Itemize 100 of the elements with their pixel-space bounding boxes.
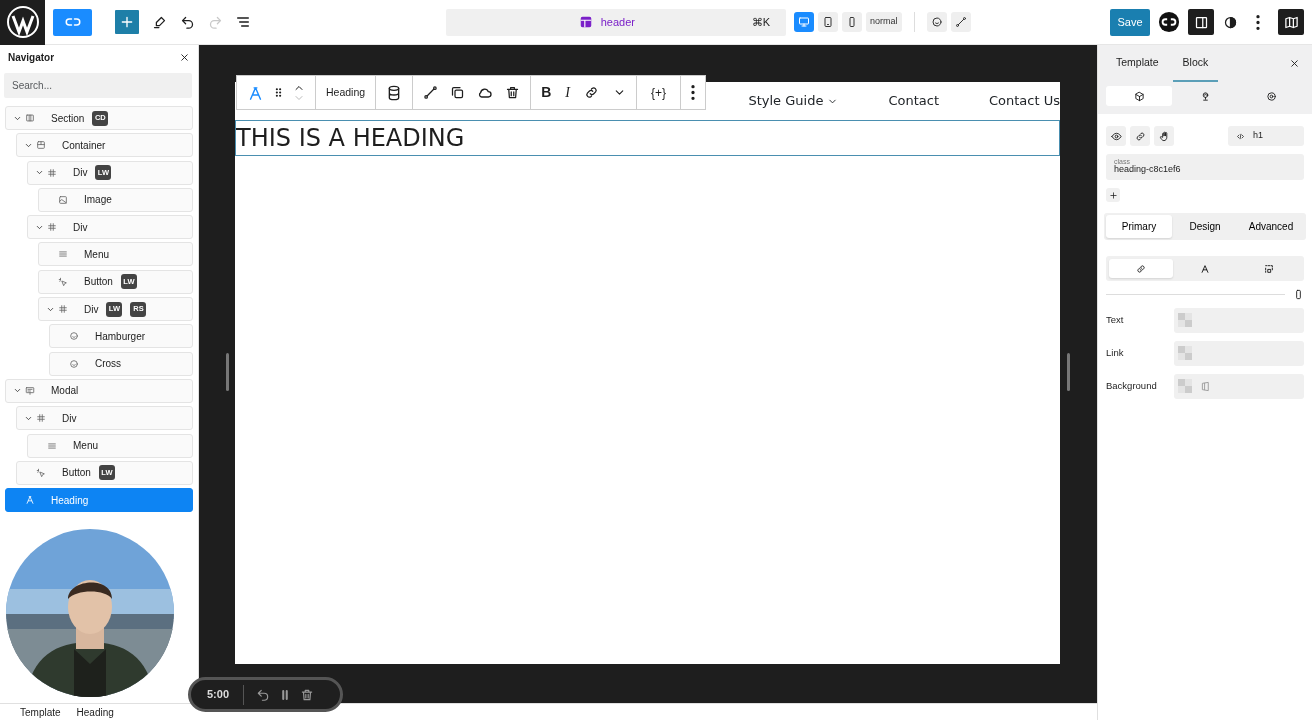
item-label: Hamburger	[95, 329, 146, 344]
more-icon	[1256, 14, 1260, 30]
nodes-icon	[954, 16, 967, 28]
link-button[interactable]	[1130, 126, 1150, 146]
bold-button[interactable]: B	[541, 82, 552, 103]
structure-button[interactable]	[950, 12, 971, 32]
list-icon	[235, 14, 251, 30]
preview-button[interactable]	[926, 12, 947, 32]
italic-button[interactable]: I	[565, 82, 570, 103]
field-label: Link	[1106, 345, 1125, 360]
heading-icon	[247, 84, 264, 102]
class-value: heading-c8c1ef6	[1114, 165, 1182, 174]
close-button[interactable]	[1289, 58, 1300, 69]
heading-icon	[25, 495, 35, 506]
field-label: Background	[1106, 378, 1158, 393]
undo-icon	[256, 687, 271, 702]
close-icon	[179, 51, 190, 63]
section-tab[interactable]: Primary	[1106, 214, 1172, 238]
tree-item[interactable]: Image	[38, 187, 193, 212]
visibility-button[interactable]	[1106, 126, 1126, 146]
tablet-view-button[interactable]	[818, 12, 838, 32]
close-icon	[1289, 58, 1300, 69]
modal-icon	[25, 385, 35, 396]
shortcut-hint: ⌘K	[751, 14, 770, 30]
mobile-icon	[846, 16, 858, 28]
color-field[interactable]	[1174, 373, 1304, 399]
panel-tab[interactable]: Template	[1106, 45, 1169, 82]
color-field[interactable]	[1174, 340, 1304, 366]
tag-field[interactable]: h1	[1228, 126, 1304, 146]
nav-link[interactable]: Style Guide	[748, 91, 839, 111]
mode-tab[interactable]	[1106, 86, 1172, 106]
face-icon	[69, 331, 79, 342]
tree-item[interactable]: Hamburger	[49, 324, 193, 349]
div-icon	[47, 167, 57, 178]
undo-icon	[179, 14, 195, 30]
code-icon	[1236, 131, 1245, 141]
link-icon	[583, 85, 599, 100]
nav-link[interactable]: Contact	[888, 91, 939, 111]
search-field[interactable]: Search...	[4, 73, 192, 98]
breadcrumb-item[interactable]: Heading	[76, 704, 114, 720]
eye-icon	[1110, 130, 1122, 142]
tree-item[interactable]: Cross	[49, 351, 193, 376]
tree-item[interactable]: Modal	[5, 378, 193, 403]
selected-heading[interactable]: THIS IS A HEADING	[235, 120, 1060, 156]
dynamic-data-button[interactable]: {+}	[650, 83, 666, 102]
panel-tab[interactable]: Block	[1172, 45, 1219, 82]
trash-icon	[300, 687, 315, 702]
color-field[interactable]	[1174, 307, 1304, 333]
interaction-button[interactable]	[1154, 126, 1174, 146]
logo-icon[interactable]	[5, 5, 40, 39]
tree-item[interactable]: Div	[27, 215, 193, 240]
item-label: Container	[62, 138, 106, 153]
save-button[interactable]: Save	[1110, 8, 1150, 36]
gradient-icon	[1200, 380, 1211, 392]
trash-icon	[505, 85, 521, 100]
sidebar-toggle[interactable]	[1188, 9, 1214, 35]
section-tab[interactable]: Advanced	[1238, 214, 1304, 238]
template-icon	[578, 15, 593, 29]
menu-icon	[47, 440, 57, 451]
builder-button[interactable]	[53, 8, 92, 36]
breadcrumb-item[interactable]: Template	[20, 704, 61, 720]
resize-handle[interactable]	[1067, 353, 1070, 391]
link-icon	[1134, 130, 1146, 142]
tree-item[interactable]: Menu	[38, 242, 193, 267]
item-label: Div	[62, 411, 77, 426]
logo-icon[interactable]	[1158, 11, 1180, 33]
block-label: Heading	[326, 84, 366, 100]
item-label: Button	[84, 275, 113, 290]
section-icon	[25, 113, 35, 123]
swatch-icon	[1178, 346, 1192, 360]
type-icon	[1200, 263, 1210, 274]
item-label: Section	[51, 111, 85, 126]
nav-link[interactable]: Contact Us	[989, 91, 1060, 111]
item-label: Div	[73, 220, 88, 235]
close-button[interactable]	[179, 51, 190, 63]
add-button[interactable]	[115, 10, 139, 34]
plus-icon	[119, 14, 135, 30]
tree-item[interactable]: Div	[16, 406, 193, 431]
field-label: Text	[1106, 312, 1125, 327]
face-icon	[69, 358, 79, 369]
button-icon	[58, 276, 68, 287]
state-button[interactable]: normal	[866, 12, 902, 32]
redo-icon	[207, 14, 223, 30]
map-button[interactable]	[1278, 9, 1304, 35]
target-icon	[1265, 90, 1277, 102]
div-icon	[36, 413, 46, 424]
item-label: Image	[84, 193, 112, 208]
section-tab[interactable]: Design	[1172, 214, 1238, 238]
resize-handle[interactable]	[226, 353, 229, 391]
panel-icon	[1193, 14, 1209, 30]
tree-item[interactable]: Menu	[27, 433, 193, 458]
add-class-button[interactable]	[1106, 188, 1120, 202]
copy-icon	[450, 85, 466, 100]
connector-icon	[423, 85, 439, 100]
command-bar[interactable]: header ⌘K	[446, 8, 786, 36]
tree-item[interactable]: Heading	[5, 488, 193, 513]
map-icon	[1283, 14, 1299, 30]
tree-item[interactable]: Container	[16, 133, 193, 158]
image-icon	[58, 194, 68, 205]
item-label: Menu	[84, 248, 109, 262]
